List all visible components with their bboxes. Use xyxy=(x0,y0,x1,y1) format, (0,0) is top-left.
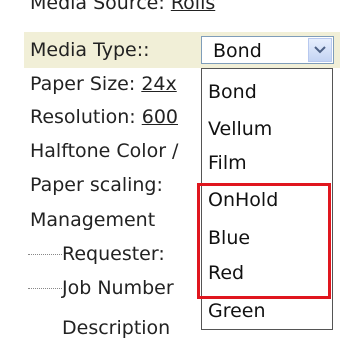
resolution-value[interactable]: 600 xyxy=(142,106,178,128)
paper-scaling-row: Paper scaling: xyxy=(30,173,163,197)
resolution-label: Resolution: xyxy=(30,106,136,128)
job-number-label: Job Number xyxy=(62,277,174,299)
chevron-down-icon[interactable] xyxy=(308,38,332,62)
media-type-select[interactable]: Bond xyxy=(201,36,334,64)
option-bond[interactable]: Bond xyxy=(208,80,257,104)
media-source-row: Media Source: Rolls xyxy=(30,0,215,15)
management-heading: Management xyxy=(30,209,156,231)
paper-size-value[interactable]: 24x xyxy=(141,73,176,95)
media-source-label: Media Source: xyxy=(30,0,165,14)
paper-scaling-label: Paper scaling: xyxy=(30,174,163,196)
option-green[interactable]: Green xyxy=(208,299,266,323)
media-source-value[interactable]: Rolls xyxy=(171,0,215,14)
annotation-highlight-box xyxy=(197,183,331,299)
media-type-label: Media Type:: xyxy=(30,39,150,61)
option-film[interactable]: Film xyxy=(208,151,247,175)
tree-connector xyxy=(28,288,62,289)
resolution-row: Resolution: 600 xyxy=(30,105,178,129)
paper-size-label: Paper Size: xyxy=(30,73,136,95)
option-vellum[interactable]: Vellum xyxy=(208,117,272,141)
requester-label: Requester: xyxy=(62,243,165,265)
media-type-selected-value: Bond xyxy=(213,40,262,62)
paper-size-row: Paper Size: 24x xyxy=(30,72,177,96)
description-label: Description xyxy=(62,317,171,339)
halftone-label: Halftone Color / xyxy=(30,140,179,162)
tree-connector xyxy=(28,254,62,255)
